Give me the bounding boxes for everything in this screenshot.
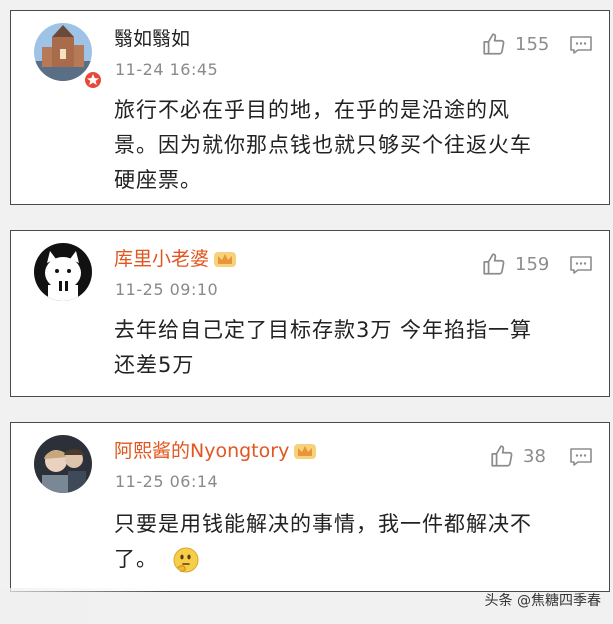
crown-icon bbox=[214, 252, 237, 267]
comment-icon[interactable] bbox=[569, 33, 593, 57]
crown-icon bbox=[294, 444, 317, 459]
text-line: 硬座票。 bbox=[114, 168, 202, 192]
thumbs-up-icon bbox=[491, 445, 513, 467]
comment-time: 11-25 09:10 bbox=[115, 280, 219, 299]
bottom-left-shade bbox=[0, 588, 170, 624]
user-name[interactable]: 库里小老婆 bbox=[114, 247, 237, 271]
user-name[interactable]: 阿熙酱的Nyongtory bbox=[114, 439, 317, 463]
comment-text: 只要是用钱能解决的事情，我一件都解决不 了。 bbox=[114, 507, 584, 577]
comment-card-3: 阿熙酱的Nyongtory 11-25 06:14 38 只要是用钱能解决的事情… bbox=[10, 422, 610, 592]
user-name[interactable]: 翳如翳如 bbox=[114, 27, 190, 51]
like-button[interactable]: 38 bbox=[489, 443, 546, 469]
thumbs-up-icon bbox=[483, 33, 505, 55]
like-count: 155 bbox=[515, 33, 550, 55]
comment-text: 去年给自己定了目标存款3万 今年掐指一算 还差5万 bbox=[114, 313, 584, 383]
avatar[interactable] bbox=[34, 243, 92, 301]
comment-card-2: 库里小老婆 11-25 09:10 159 去年给自己定了目标存款3万 今年掐指… bbox=[10, 230, 610, 397]
text-line: 旅行不必在乎目的地，在乎的是沿途的风 bbox=[114, 98, 510, 122]
comment-icon[interactable] bbox=[569, 445, 593, 469]
thinking-emoji-icon bbox=[173, 547, 199, 573]
thumbs-up-icon bbox=[483, 253, 505, 275]
like-button[interactable]: 155 bbox=[481, 31, 549, 57]
text-line: 去年给自己定了目标存款3万 今年掐指一算 bbox=[114, 318, 533, 342]
text-line: 了。 bbox=[114, 542, 584, 577]
comment-icon[interactable] bbox=[569, 253, 593, 277]
like-count: 159 bbox=[515, 253, 550, 275]
text-line: 只要是用钱能解决的事情，我一件都解决不 bbox=[114, 512, 532, 536]
like-count: 38 bbox=[523, 445, 546, 467]
verified-badge-icon bbox=[83, 70, 103, 90]
like-button[interactable]: 159 bbox=[481, 251, 549, 277]
comment-card-1: 翳如翳如 11-24 16:45 155 旅行不必在乎目的地，在乎的是沿途的风 … bbox=[10, 10, 610, 205]
comment-time: 11-25 06:14 bbox=[115, 472, 219, 491]
comment-text: 旅行不必在乎目的地，在乎的是沿途的风 景。因为就你那点钱也就只够买个往返火车 硬… bbox=[114, 93, 584, 198]
text-line: 还差5万 bbox=[114, 353, 195, 377]
comment-time: 11-24 16:45 bbox=[115, 60, 219, 79]
avatar[interactable] bbox=[34, 435, 92, 493]
watermark: 头条 @焦糖四季春 bbox=[484, 593, 601, 609]
text-line: 景。因为就你那点钱也就只够买个往返火车 bbox=[114, 133, 532, 157]
